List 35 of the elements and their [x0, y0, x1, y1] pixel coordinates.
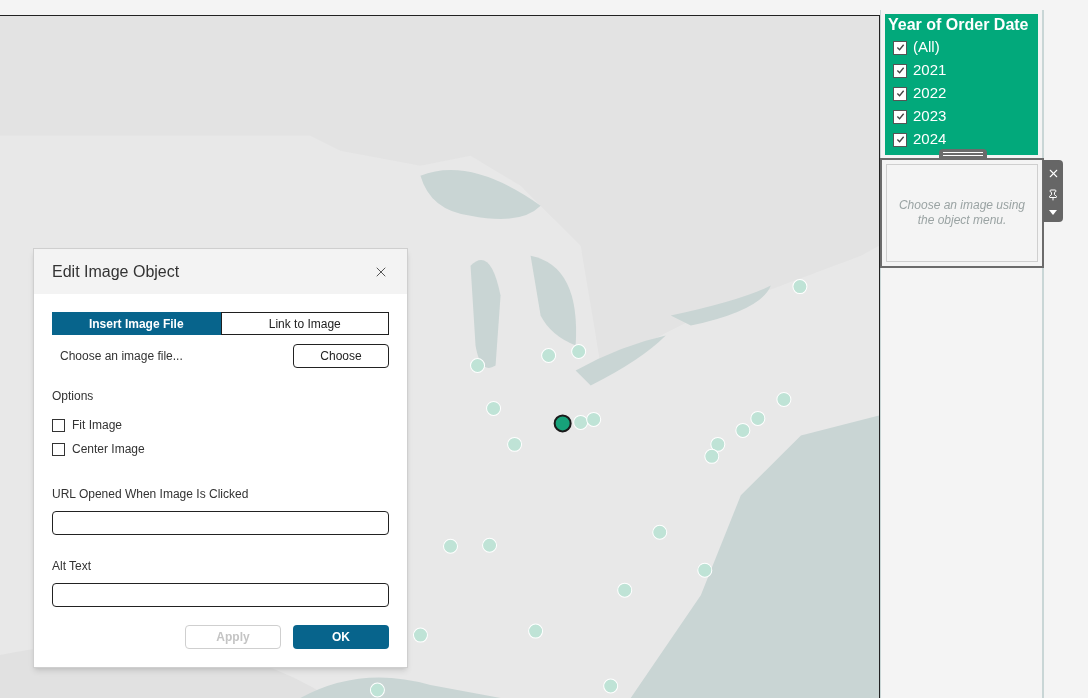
check-icon: [895, 43, 905, 52]
checkbox[interactable]: [893, 132, 907, 147]
options-label: Options: [52, 388, 95, 405]
alt-text-label: Alt Text: [52, 558, 93, 575]
filter-item-label[interactable]: 2023: [913, 105, 947, 128]
checkbox[interactable]: [52, 442, 65, 456]
url-field[interactable]: [52, 511, 389, 535]
drag-handle[interactable]: [939, 149, 987, 158]
filter-item-label[interactable]: 2021: [913, 59, 947, 82]
caret-icon[interactable]: [1049, 210, 1057, 216]
checkbox[interactable]: [52, 418, 65, 432]
choose-button[interactable]: Choose: [293, 344, 389, 368]
check-icon: [895, 112, 905, 121]
tab[interactable]: Insert Image File: [52, 312, 221, 335]
filter-item-label[interactable]: (All): [913, 36, 940, 59]
filter-item-label[interactable]: 2024: [913, 128, 947, 151]
option-label: Fit Image: [72, 417, 122, 434]
checkbox[interactable]: [893, 86, 907, 101]
filter-item-label[interactable]: 2022: [913, 82, 947, 105]
url-label: URL Opened When Image Is Clicked: [52, 486, 250, 503]
image-hint: Choose an image using the object menu.: [897, 198, 1027, 228]
alt-text-field[interactable]: [52, 583, 389, 607]
filter-title: Year of Order Date: [888, 15, 1030, 35]
tab[interactable]: Link to Image: [220, 312, 389, 335]
dialog-title: Edit Image Object: [52, 261, 180, 282]
checkbox[interactable]: [893, 63, 907, 78]
check-icon: [895, 89, 905, 98]
file-prompt: Choose an image file...: [59, 348, 183, 365]
option-label: Center Image: [72, 441, 145, 458]
dialog-button[interactable]: OK: [293, 625, 389, 649]
checkbox[interactable]: [893, 109, 907, 124]
checkbox[interactable]: [893, 40, 907, 55]
check-icon: [895, 135, 905, 144]
pin-icon[interactable]: [1047, 189, 1059, 201]
check-icon: [895, 66, 905, 75]
